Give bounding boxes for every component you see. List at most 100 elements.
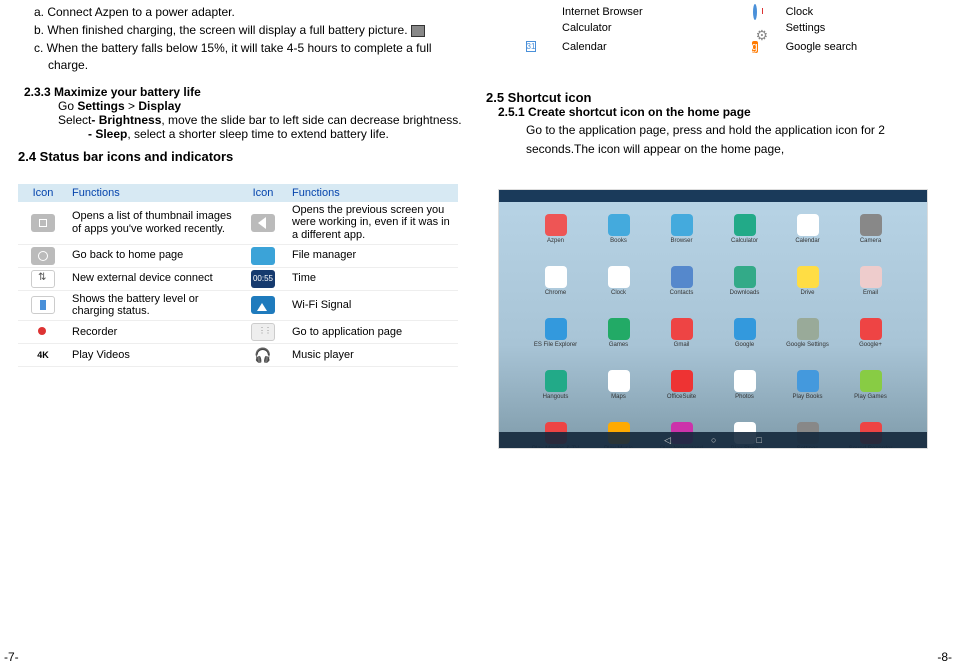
section-25: 2.5 Shortcut icon 2.5.1 Create shortcut … xyxy=(486,90,938,159)
app-icon xyxy=(545,370,567,392)
app-item: Azpen xyxy=(527,214,584,260)
app-label: Books xyxy=(610,238,627,244)
app-label: Email xyxy=(863,290,878,296)
back-icon xyxy=(251,214,275,232)
apps-icon xyxy=(251,323,275,341)
page-8: Internet Browser Clock Calculator Settin… xyxy=(478,0,956,672)
music-icon: 🎧 xyxy=(251,346,275,364)
app-icon xyxy=(797,266,819,288)
app-item: Gmail xyxy=(653,318,710,364)
table-row: Opens a list of thumbnail images of apps… xyxy=(18,202,458,244)
app-label: Games xyxy=(609,342,628,348)
th-icon-1: Icon xyxy=(18,184,68,202)
fn-fm: File manager xyxy=(288,244,458,267)
app-icon xyxy=(860,318,882,340)
app-label: Google xyxy=(735,342,754,348)
app-label: Play Games xyxy=(854,394,887,400)
fn-wifi: Wi-Fi Signal xyxy=(288,290,458,320)
fn-settings: Settings xyxy=(780,20,936,36)
fn-time: Time xyxy=(288,267,458,290)
go-settings: Go Settings > Display xyxy=(18,99,470,113)
step-b: b. When finished charging, the screen wi… xyxy=(18,22,470,38)
fn-browser: Internet Browser xyxy=(556,4,730,20)
app-label: Hangouts xyxy=(543,394,569,400)
heading-25: 2.5 Shortcut icon xyxy=(486,90,938,105)
app-grid: AzpenBooksBrowserCalculatorCalendarCamer… xyxy=(527,214,899,449)
app-item: Email xyxy=(842,266,899,312)
fn-rec: Recorder xyxy=(68,320,238,343)
fn-apps: Go to application page xyxy=(288,320,458,343)
app-item: Books xyxy=(590,214,647,260)
body-251: Go to the application page, press and ho… xyxy=(486,121,938,159)
sleep-label: - Sleep xyxy=(88,127,127,141)
app-label: OfficeSuite xyxy=(667,394,696,400)
app-item: Drive xyxy=(779,266,836,312)
table-row: 31 Calendar g Google search xyxy=(506,36,936,58)
fn-recent: Opens a list of thumbnail images of apps… xyxy=(68,202,238,244)
step-a: a. Connect Azpen to a power adapter. xyxy=(18,4,470,20)
app-label: Contacts xyxy=(670,290,694,296)
nav-home-icon: ○ xyxy=(711,435,716,445)
app-icon xyxy=(671,266,693,288)
recent-apps-icon xyxy=(31,214,55,232)
app-icon xyxy=(734,266,756,288)
usb-icon xyxy=(31,270,55,288)
app-icon xyxy=(671,318,693,340)
fn-cal: Calendar xyxy=(556,36,730,58)
app-icon xyxy=(797,214,819,236)
app-item: Browser xyxy=(653,214,710,260)
table-header: Icon Functions Icon Functions xyxy=(18,184,458,202)
fn-batt: Shows the battery level or charging stat… xyxy=(68,290,238,320)
step-b-text: b. When finished charging, the screen wi… xyxy=(34,23,408,37)
app-icon xyxy=(797,370,819,392)
section-233: 2.3.3 Maximize your battery life Go Sett… xyxy=(18,85,470,141)
video-icon: 4K xyxy=(31,346,55,364)
app-item: Games xyxy=(590,318,647,364)
fn-video: Play Videos xyxy=(68,343,238,366)
table-row: Go back to home page File manager xyxy=(18,244,458,267)
heading-251: 2.5.1 Create shortcut icon on the home p… xyxy=(486,105,938,119)
app-label: Gmail xyxy=(674,342,690,348)
calendar-icon: 31 xyxy=(526,41,537,52)
app-label: Drive xyxy=(800,290,814,296)
app-item: Photos xyxy=(716,370,773,416)
settings-label: Settings xyxy=(77,99,124,113)
app-icon xyxy=(608,370,630,392)
fn-usb: New external device connect xyxy=(68,267,238,290)
app-item: Google xyxy=(716,318,773,364)
table-row: Shows the battery level or charging stat… xyxy=(18,290,458,320)
sleep-line: - Sleep, select a shorter sleep time to … xyxy=(18,127,470,141)
app-label: ES File Explorer xyxy=(534,342,577,348)
app-item: Play Games xyxy=(842,370,899,416)
app-icon xyxy=(608,266,630,288)
app-label: Azpen xyxy=(547,238,564,244)
app-label: Browser xyxy=(670,238,692,244)
nav-back-icon: ◁ xyxy=(664,435,671,446)
app-item: Chrome xyxy=(527,266,584,312)
app-icon xyxy=(608,214,630,236)
fn-music: Music player xyxy=(288,343,458,366)
app-item: Google+ xyxy=(842,318,899,364)
display-label: Display xyxy=(138,99,181,113)
app-item: Downloads xyxy=(716,266,773,312)
brightness-label: - Brightness xyxy=(91,113,161,127)
page-number-7: -7- xyxy=(4,650,19,664)
app-item: Google Settings xyxy=(779,318,836,364)
app-label: Play Books xyxy=(792,394,822,400)
select-line: Select- Brightness, move the slide bar t… xyxy=(18,113,470,127)
app-icon xyxy=(734,370,756,392)
app-icon xyxy=(860,266,882,288)
page-number-8: -8- xyxy=(937,650,952,664)
battery-icon xyxy=(411,25,425,37)
fn-home: Go back to home page xyxy=(68,244,238,267)
fn-clock: Clock xyxy=(780,4,936,20)
app-icon xyxy=(545,214,567,236)
nav-bar: ◁ ○ □ xyxy=(499,432,927,448)
status-bar xyxy=(499,190,927,202)
app-item: Maps xyxy=(590,370,647,416)
table-row: Recorder Go to application page xyxy=(18,320,458,343)
fn-calc: Calculator xyxy=(556,20,730,36)
app-label: Calendar xyxy=(795,238,819,244)
app-item: Calculator xyxy=(716,214,773,260)
tablet-screenshot: AzpenBooksBrowserCalculatorCalendarCamer… xyxy=(486,189,938,449)
